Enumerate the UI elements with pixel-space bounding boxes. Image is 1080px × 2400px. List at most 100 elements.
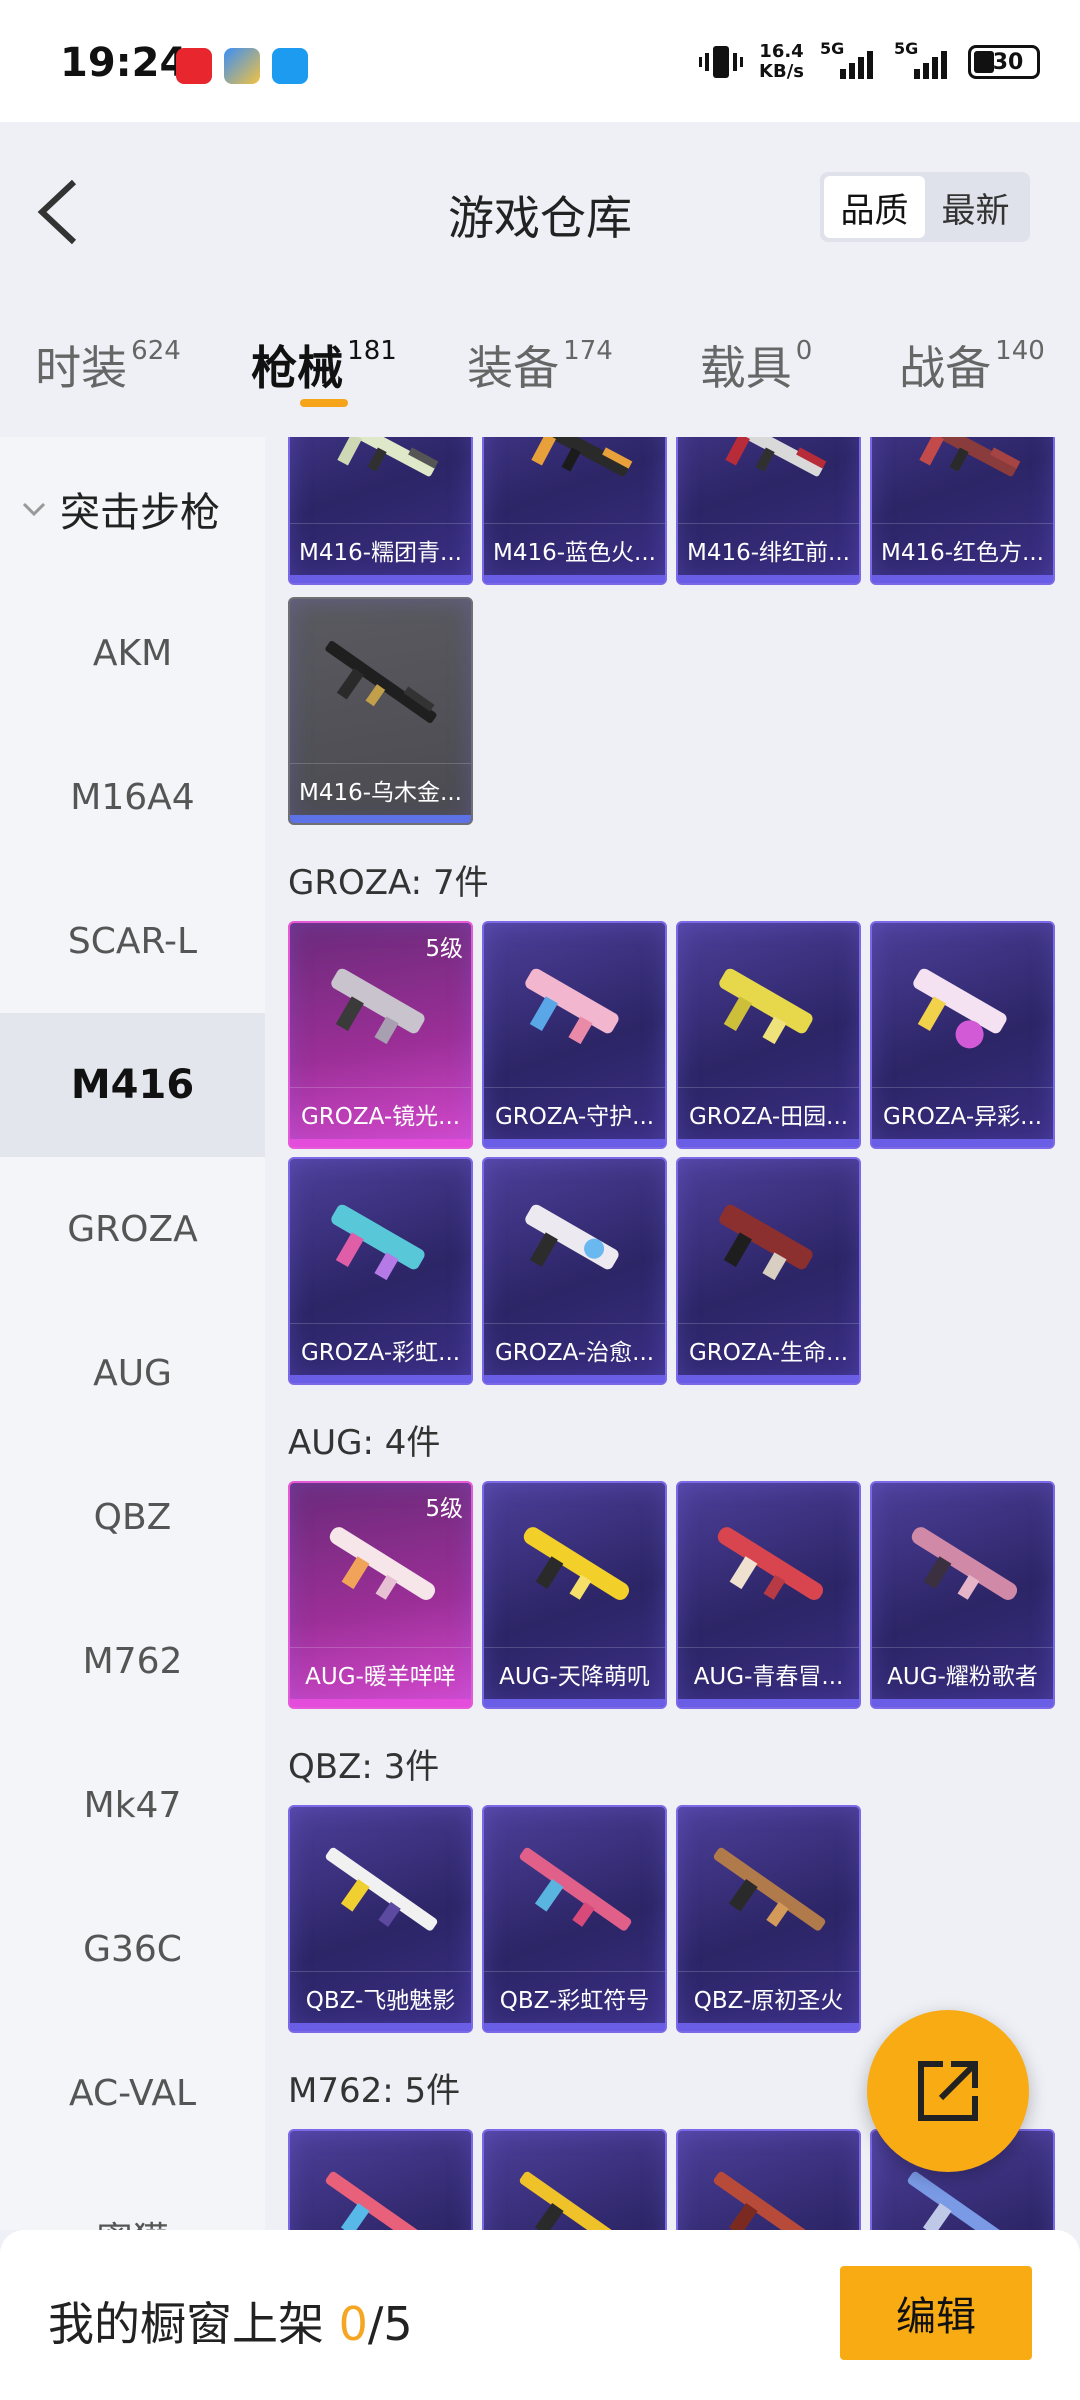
sidebar-item-honey-badger[interactable]: 蜜獾: [0, 2165, 265, 2230]
skin-name: QBZ-飞驰魅影: [290, 1971, 471, 2023]
sidebar-item-groza[interactable]: GROZA: [0, 1157, 265, 1301]
skin-card[interactable]: M416-蓝色火...: [482, 437, 667, 585]
status-indicators: 16.4 KB/s 5G 5G 30: [699, 39, 1040, 82]
rifle-skin-icon: [713, 437, 827, 477]
skin-card[interactable]: [288, 2129, 473, 2230]
section-title-groza: GROZA: 7件: [288, 863, 489, 903]
sidebar-item-m16a4[interactable]: M16A4: [0, 725, 265, 869]
skin-card[interactable]: [676, 2129, 861, 2230]
sidebar-item-qbz[interactable]: QBZ: [0, 1445, 265, 1589]
skin-name: M416-绯红前...: [678, 523, 859, 575]
rifle-skin-icon: [719, 1204, 813, 1281]
skin-name: QBZ-彩虹符号: [484, 1971, 665, 2023]
battery-icon: 30: [968, 45, 1040, 79]
sidebar-item-mk47[interactable]: Mk47: [0, 1733, 265, 1877]
skin-card[interactable]: M416-绯红前...: [676, 437, 861, 585]
rifle-skin-icon: [519, 1847, 632, 1931]
tab-weapons[interactable]: 枪械 181: [216, 292, 432, 437]
app-notification-icon: [224, 48, 260, 84]
skin-card[interactable]: GROZA-彩虹...: [288, 1157, 473, 1385]
skin-name: QBZ-原初圣火: [678, 1971, 859, 2023]
skin-name: GROZA-治愈...: [484, 1323, 665, 1375]
skin-card[interactable]: GROZA-生命...: [676, 1157, 861, 1385]
tab-supplies[interactable]: 战备 140: [864, 292, 1080, 437]
app-notification-icon: [176, 48, 212, 84]
rifle-skin-icon: [523, 1527, 630, 1600]
rifle-skin-icon: [907, 437, 1021, 477]
showcase-status: 我的橱窗上架 0/5: [48, 2297, 413, 2351]
sidebar-item-ac-val[interactable]: AC-VAL: [0, 2021, 265, 2165]
skin-card[interactable]: GROZA-异彩...: [870, 921, 1055, 1149]
rifle-skin-icon: [325, 1847, 438, 1931]
skin-card[interactable]: 5级 AUG-暖羊咩咩: [288, 1481, 473, 1709]
skin-name: GROZA-田园...: [678, 1087, 859, 1139]
category-tabs: 时装 624 枪械 181 装备 174 载具 0 战备 140: [0, 292, 1080, 437]
vibrate-icon: [699, 46, 744, 78]
skin-card[interactable]: AUG-青春冒...: [676, 1481, 861, 1709]
signal-icon: 5G: [820, 39, 878, 79]
rifle-skin-icon: [907, 2171, 1020, 2230]
skin-card[interactable]: AUG-天降萌叽: [482, 1481, 667, 1709]
rifle-skin-icon: [519, 2171, 632, 2230]
skin-card[interactable]: 5级 GROZA-镜光...: [288, 921, 473, 1149]
notification-icons: [176, 48, 308, 84]
skin-card[interactable]: QBZ-彩虹符号: [482, 1805, 667, 2033]
skin-name: M416-乌木金...: [290, 763, 471, 815]
edit-button[interactable]: 编辑: [840, 2266, 1032, 2360]
skin-card[interactable]: [482, 2129, 667, 2230]
rifle-skin-icon: [329, 1527, 436, 1600]
rifle-skin-icon: [325, 641, 437, 724]
sidebar-item-m762[interactable]: M762: [0, 1589, 265, 1733]
rifle-skin-icon: [717, 1527, 824, 1600]
status-time: 19:24: [60, 40, 188, 86]
sort-by-newest-button[interactable]: 最新: [925, 176, 1026, 238]
sidebar-item-g36c[interactable]: G36C: [0, 1877, 265, 2021]
rifle-skin-icon: [913, 968, 1007, 1049]
sidebar-group-assault-rifles[interactable]: 突击步枪: [0, 437, 265, 581]
share-fab-button[interactable]: [867, 2010, 1029, 2172]
skin-card[interactable]: GROZA-治愈...: [482, 1157, 667, 1385]
skin-name: AUG-天降萌叽: [484, 1647, 665, 1699]
rifle-skin-icon: [331, 1204, 425, 1281]
skin-name: AUG-耀粉歌者: [872, 1647, 1053, 1699]
rifle-skin-icon: [713, 2171, 826, 2230]
sidebar-item-scar-l[interactable]: SCAR-L: [0, 869, 265, 1013]
skin-card[interactable]: M416-糯团青...: [288, 437, 473, 585]
rifle-skin-icon: [331, 968, 425, 1045]
skin-card[interactable]: QBZ-原初圣火: [676, 1805, 861, 2033]
skin-name: GROZA-异彩...: [872, 1087, 1053, 1139]
skin-card[interactable]: QBZ-飞驰魅影: [288, 1805, 473, 2033]
skin-card[interactable]: AUG-耀粉歌者: [870, 1481, 1055, 1709]
network-speed: 16.4 KB/s: [759, 41, 804, 82]
rifle-skin-icon: [325, 2171, 438, 2230]
share-icon: [918, 2061, 978, 2121]
skin-card[interactable]: M416-乌木金...: [288, 597, 473, 825]
sidebar-item-aug[interactable]: AUG: [0, 1301, 265, 1445]
skin-name: GROZA-生命...: [678, 1323, 859, 1375]
rifle-skin-icon: [911, 1527, 1018, 1600]
skin-name: AUG-青春冒...: [678, 1647, 859, 1699]
skin-card[interactable]: M416-红色方...: [870, 437, 1055, 585]
section-title-qbz: QBZ: 3件: [288, 1747, 440, 1787]
skin-name: GROZA-彩虹...: [290, 1323, 471, 1375]
tab-fashion[interactable]: 时装 624: [0, 292, 216, 437]
weapon-sidebar: 突击步枪 AKM M16A4 SCAR-L M416 GROZA AUG QBZ…: [0, 437, 265, 2230]
skin-name: M416-蓝色火...: [484, 523, 665, 575]
skin-card[interactable]: GROZA-守护...: [482, 921, 667, 1149]
rifle-skin-icon: [719, 968, 813, 1045]
active-tab-indicator: [300, 399, 348, 407]
sort-toggle: 品质 最新: [820, 172, 1030, 242]
tab-equipment[interactable]: 装备 174: [432, 292, 648, 437]
rifle-skin-icon: [713, 1847, 826, 1931]
tab-vehicles[interactable]: 载具 0: [648, 292, 864, 437]
skin-name: GROZA-镜光...: [290, 1087, 471, 1139]
skin-card[interactable]: GROZA-田园...: [676, 921, 861, 1149]
sidebar-item-akm[interactable]: AKM: [0, 581, 265, 725]
status-bar: 19:24 16.4 KB/s 5G 5G 30: [0, 0, 1080, 122]
skin-name: AUG-暖羊咩咩: [290, 1647, 471, 1699]
sort-by-quality-button[interactable]: 品质: [824, 176, 925, 238]
skin-name: GROZA-守护...: [484, 1087, 665, 1139]
signal-icon: 5G: [894, 39, 952, 79]
sidebar-item-m416[interactable]: M416: [0, 1013, 265, 1157]
rifle-skin-icon: [525, 1204, 619, 1270]
